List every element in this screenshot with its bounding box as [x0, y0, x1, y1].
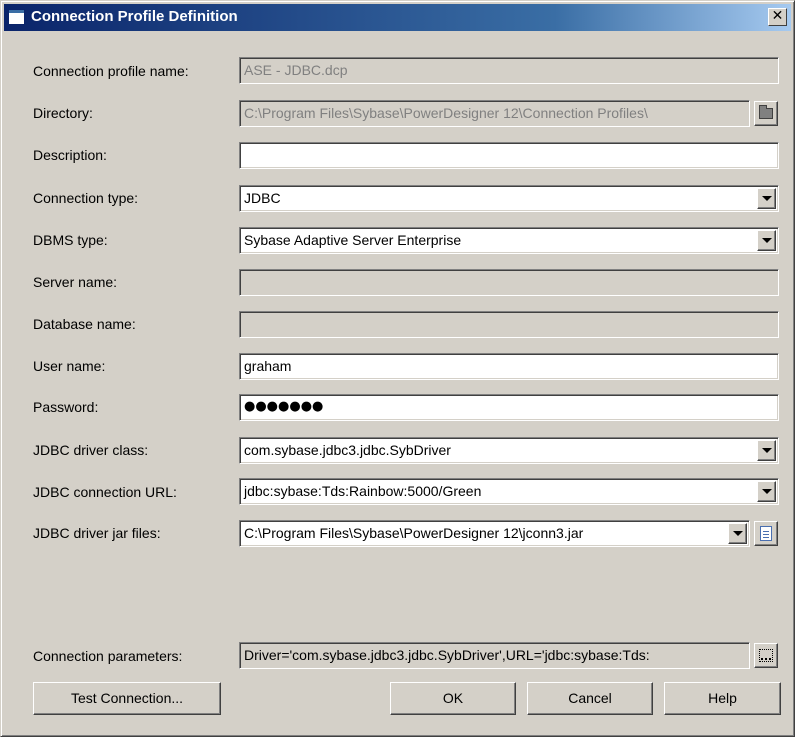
- description-label: Description:: [33, 147, 107, 163]
- chevron-down-icon[interactable]: [757, 188, 776, 209]
- jdbc-connection-url-label: JDBC connection URL:: [33, 484, 177, 500]
- folder-icon: [759, 105, 773, 119]
- jdbc-connection-url-value: jdbc:sybase:Tds:Rainbow:5000/Green: [244, 483, 482, 499]
- jdbc-driver-jar-select[interactable]: C:\Program Files\Sybase\PowerDesigner 12…: [239, 520, 750, 547]
- connection-type-select[interactable]: JDBC: [239, 185, 779, 212]
- edit-parameters-button[interactable]: [754, 643, 778, 668]
- close-button[interactable]: ✕: [768, 8, 787, 26]
- dbms-type-value: Sybase Adaptive Server Enterprise: [244, 232, 462, 248]
- connection-parameters-field[interactable]: Driver='com.sybase.jdbc3.jdbc.SybDriver'…: [239, 642, 750, 669]
- help-button[interactable]: Help: [664, 682, 781, 715]
- jdbc-driver-jar-value: C:\Program Files\Sybase\PowerDesigner 12…: [244, 525, 584, 541]
- connection-profile-dialog: Connection Profile Definition ✕ Connecti…: [0, 0, 795, 737]
- server-name-field[interactable]: [239, 269, 779, 296]
- ellipsis-icon: [759, 649, 773, 662]
- document-icon: [760, 526, 772, 541]
- profile-name-field[interactable]: ASE - JDBC.dcp: [239, 57, 779, 84]
- test-connection-button[interactable]: Test Connection...: [33, 682, 221, 715]
- profile-name-label: Connection profile name:: [33, 63, 189, 79]
- close-icon: ✕: [771, 8, 784, 24]
- directory-field[interactable]: C:\Program Files\Sybase\PowerDesigner 12…: [239, 100, 750, 127]
- server-name-label: Server name:: [33, 274, 118, 290]
- connection-type-label: Connection type:: [33, 190, 139, 206]
- cancel-button[interactable]: Cancel: [527, 682, 653, 715]
- browse-directory-button[interactable]: [754, 101, 778, 126]
- edit-jar-files-button[interactable]: [754, 521, 778, 546]
- dbms-type-label: DBMS type:: [33, 232, 108, 248]
- ok-button[interactable]: OK: [390, 682, 516, 715]
- database-name-label: Database name:: [33, 316, 136, 332]
- jdbc-connection-url-select[interactable]: jdbc:sybase:Tds:Rainbow:5000/Green: [239, 478, 779, 505]
- description-field[interactable]: [239, 142, 779, 169]
- dbms-type-select[interactable]: Sybase Adaptive Server Enterprise: [239, 227, 779, 254]
- jdbc-driver-class-label: JDBC driver class:: [33, 442, 149, 458]
- window-title: Connection Profile Definition: [31, 8, 238, 25]
- password-field[interactable]: ●●●●●●●: [239, 394, 779, 421]
- jdbc-driver-jar-label: JDBC driver jar files:: [33, 525, 161, 541]
- chevron-down-icon[interactable]: [757, 230, 776, 251]
- connection-parameters-label: Connection parameters:: [33, 648, 183, 664]
- user-name-label: User name:: [33, 358, 106, 374]
- chevron-down-icon[interactable]: [757, 481, 776, 502]
- chevron-down-icon[interactable]: [728, 523, 747, 544]
- connection-type-value: JDBC: [244, 190, 281, 206]
- window-icon: [8, 9, 25, 25]
- password-label: Password:: [33, 399, 99, 415]
- chevron-down-icon[interactable]: [757, 440, 776, 461]
- jdbc-driver-class-select[interactable]: com.sybase.jdbc3.jdbc.SybDriver: [239, 437, 779, 464]
- database-name-field[interactable]: [239, 311, 779, 338]
- title-bar[interactable]: Connection Profile Definition ✕: [4, 4, 791, 31]
- user-name-field[interactable]: graham: [239, 353, 779, 380]
- jdbc-driver-class-value: com.sybase.jdbc3.jdbc.SybDriver: [244, 442, 451, 458]
- directory-label: Directory:: [33, 105, 93, 121]
